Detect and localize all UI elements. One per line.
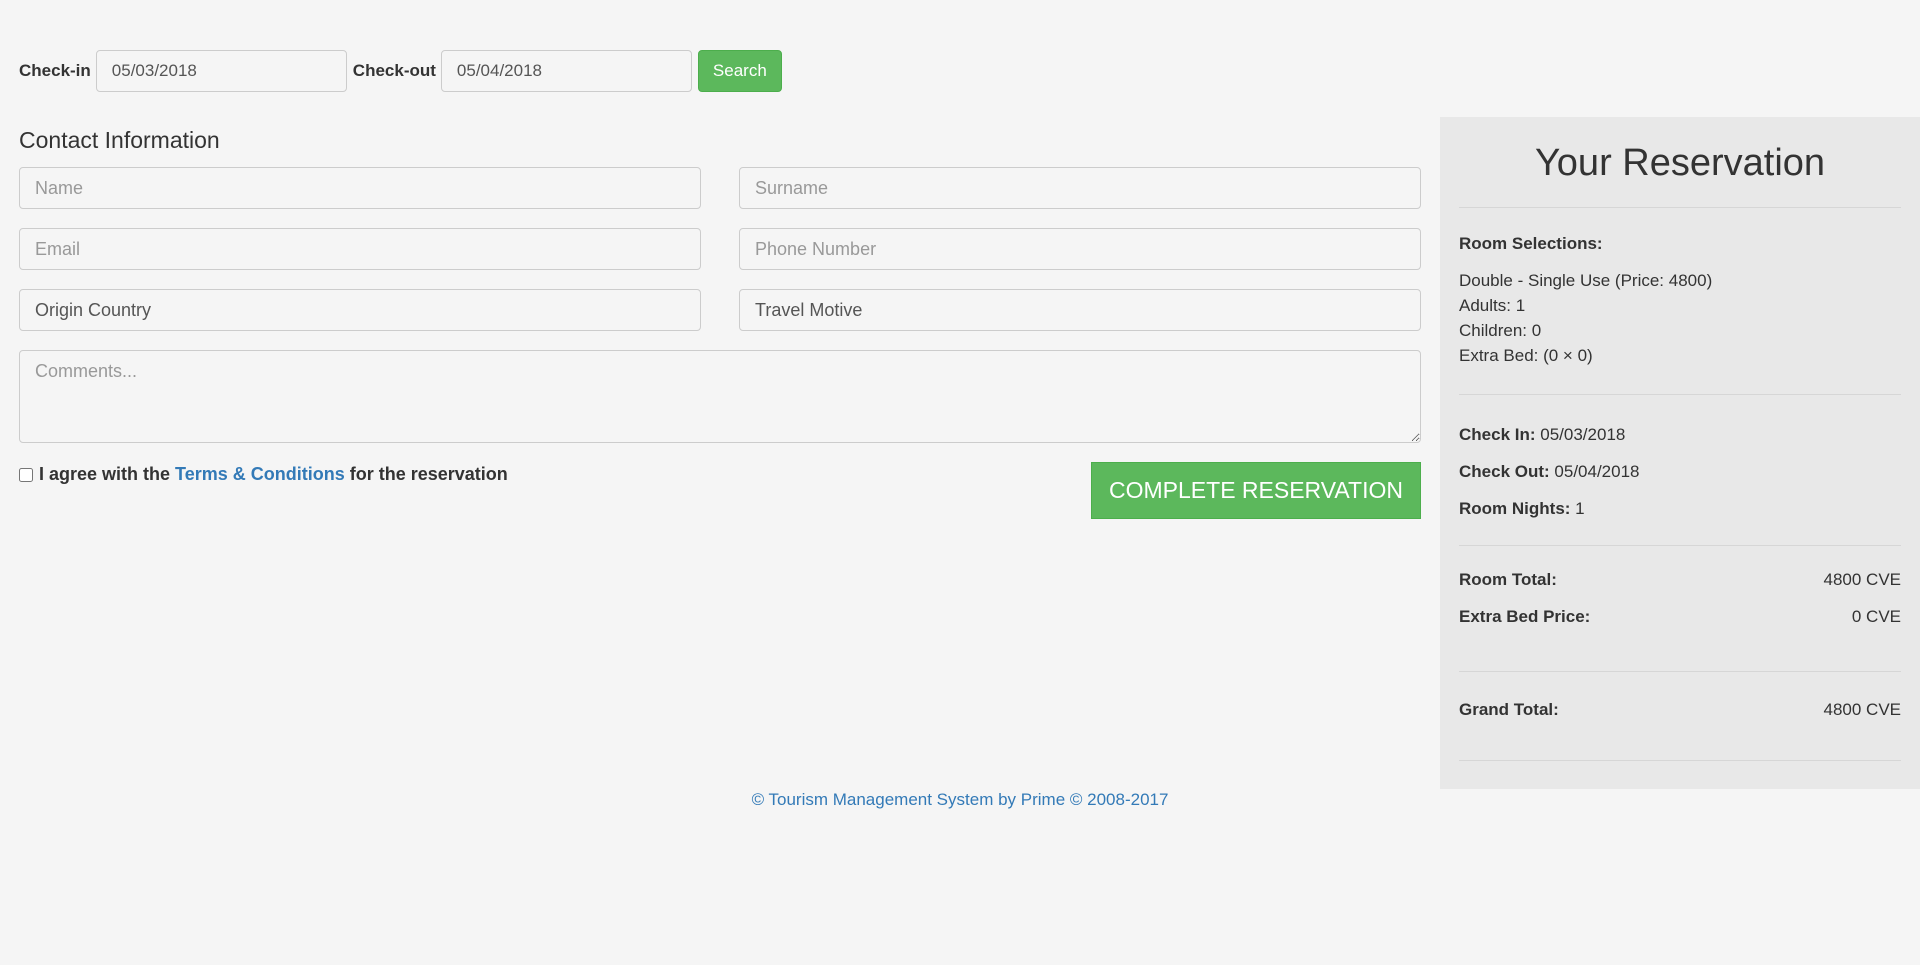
travel-motive-input[interactable] [739,289,1421,331]
checkin-label: Check-in [19,61,91,80]
checkin-input[interactable] [95,50,347,92]
check-in-label: Check In: [1459,425,1536,444]
extra-bed-price-label: Extra Bed Price: [1459,607,1591,626]
complete-reservation-button[interactable]: COMPLETE RESERVATION [1091,462,1421,519]
check-out-label: Check Out: [1459,462,1550,481]
name-input[interactable] [19,167,701,209]
divider [1459,207,1901,208]
room-total-value: 4800 CVE [1823,570,1902,589]
divider [1459,545,1901,546]
terms-checkbox[interactable] [19,467,33,482]
room-selections-label: Room Selections: [1459,234,1603,253]
check-out-row: Check Out: 05/04/2018 [1459,459,1901,484]
room-nights-row: Room Nights: 1 [1459,496,1901,521]
room-nights-value: 1 [1575,499,1585,518]
room-total-label: Room Total: [1459,570,1557,589]
room-selection-details: Double - Single Use (Price: 4800) Adults… [1459,268,1901,368]
footer-link[interactable]: © Tourism Management System by Prime © 2… [752,790,1169,809]
check-in-value: 05/03/2018 [1540,425,1626,444]
footer: © Tourism Management System by Prime © 2… [0,790,1920,810]
divider [1459,671,1901,672]
phone-number-input[interactable] [739,228,1421,270]
divider [1459,394,1901,395]
grand-total-row: Grand Total: 4800 CVE [1459,700,1901,720]
terms-agreement: I agree with the Terms & Conditions for … [19,464,508,485]
contact-information-heading: Contact Information [19,127,220,153]
search-button[interactable]: Search [697,50,782,92]
children-line: Children: 0 [1459,321,1542,340]
extra-bed-price-value: 0 CVE [1851,607,1901,626]
checkout-input[interactable] [440,50,692,92]
comments-textarea[interactable] [19,350,1421,443]
grand-total-value: 4800 CVE [1823,700,1902,719]
adults-line: Adults: 1 [1459,296,1526,315]
divider [1459,760,1901,761]
check-in-row: Check In: 05/03/2018 [1459,422,1901,447]
date-search-bar: Check-in Check-out Search [19,50,782,92]
check-out-value: 05/04/2018 [1554,462,1640,481]
terms-prefix-text: I agree with the [39,464,171,484]
extra-bed-line: Extra Bed: (0 × 0) [1459,346,1593,365]
room-nights-label: Room Nights: [1459,499,1571,518]
reservation-title: Your Reservation [1534,142,1826,184]
reservation-summary-panel: Your Reservation Room Selections: Double… [1440,117,1920,789]
email-input[interactable] [19,228,701,270]
terms-conditions-link[interactable]: Terms & Conditions [175,464,345,485]
extra-bed-price-row: Extra Bed Price: 0 CVE [1459,607,1901,627]
origin-country-input[interactable] [19,289,701,331]
room-total-row: Room Total: 4800 CVE [1459,570,1901,590]
terms-suffix-text: for the reservation [349,464,508,484]
room-selection-line: Double - Single Use (Price: 4800) [1459,271,1713,290]
grand-total-label: Grand Total: [1459,700,1559,719]
surname-input[interactable] [739,167,1421,209]
checkout-label: Check-out [352,61,436,80]
